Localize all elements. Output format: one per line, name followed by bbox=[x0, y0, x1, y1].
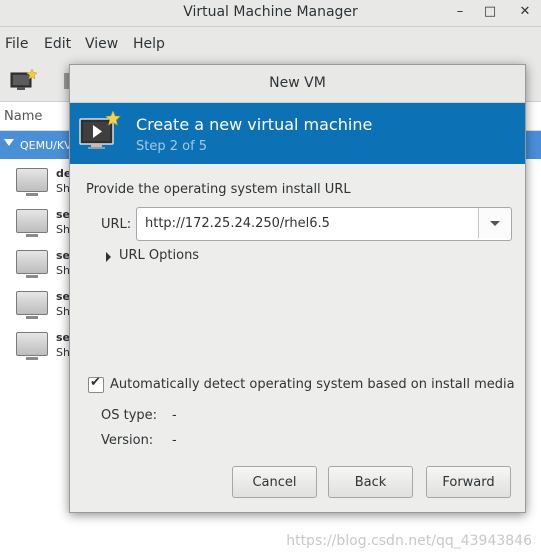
maximize-icon[interactable]: □ bbox=[480, 2, 500, 22]
vm-monitor-icon bbox=[16, 332, 48, 360]
connection-label: QEMU/KV bbox=[20, 139, 72, 152]
vm-status: Sh bbox=[56, 182, 70, 195]
menu-help[interactable]: Help bbox=[133, 36, 165, 52]
expander-down-icon[interactable] bbox=[4, 139, 14, 146]
main-titlebar: Virtual Machine Manager – □ ✕ bbox=[0, 0, 541, 27]
dialog-banner: Create a new virtual machine Step 2 of 5 bbox=[70, 103, 525, 164]
install-url-prompt: Provide the operating system install URL bbox=[86, 182, 351, 197]
dialog-titlebar[interactable]: New VM bbox=[70, 65, 525, 103]
forward-button[interactable]: Forward bbox=[426, 466, 511, 498]
close-icon[interactable]: ✕ bbox=[515, 2, 535, 22]
vm-monitor-icon bbox=[16, 209, 48, 237]
new-vm-banner-icon bbox=[79, 111, 121, 149]
url-options-label: URL Options bbox=[119, 248, 200, 263]
expander-right-icon bbox=[106, 252, 111, 262]
step-indicator: Step 2 of 5 bbox=[136, 139, 208, 154]
new-vm-dialog: New VM Create a new virtual machine Step… bbox=[69, 64, 526, 513]
menu-view[interactable]: View bbox=[85, 36, 118, 52]
os-type-label: OS type: bbox=[101, 408, 158, 423]
menu-edit[interactable]: Edit bbox=[44, 36, 71, 52]
column-header-name[interactable]: Name bbox=[4, 109, 42, 124]
vm-name: se bbox=[56, 208, 71, 221]
new-vm-icon bbox=[10, 68, 38, 90]
watermark: https://blog.csdn.net/qq_43943846 bbox=[286, 533, 532, 549]
checkmark-icon: ✔ bbox=[90, 375, 101, 390]
os-type-value: - bbox=[172, 408, 177, 423]
vm-name: se bbox=[56, 290, 71, 303]
dialog-title: New VM bbox=[269, 75, 326, 91]
vm-name: se bbox=[56, 249, 71, 262]
vm-name: se bbox=[56, 331, 71, 344]
back-button[interactable]: Back bbox=[328, 466, 413, 498]
auto-detect-checkbox[interactable]: ✔ bbox=[88, 375, 104, 393]
version-value: - bbox=[172, 433, 177, 448]
vm-monitor-icon bbox=[16, 168, 48, 196]
banner-title: Create a new virtual machine bbox=[136, 115, 373, 134]
minimize-icon[interactable]: – bbox=[450, 2, 470, 22]
version-label: Version: bbox=[101, 433, 154, 448]
vm-status: Sh bbox=[56, 223, 70, 236]
vm-monitor-icon bbox=[16, 291, 48, 319]
vm-status: Sh bbox=[56, 346, 70, 359]
auto-detect-label[interactable]: Automatically detect operating system ba… bbox=[110, 377, 515, 392]
url-dropdown-button[interactable] bbox=[478, 208, 511, 238]
new-vm-button[interactable] bbox=[8, 65, 38, 95]
vm-monitor-icon bbox=[16, 250, 48, 278]
url-combobox[interactable] bbox=[136, 207, 512, 241]
url-label: URL: bbox=[101, 217, 132, 232]
menubar: File Edit View Help bbox=[0, 27, 541, 59]
cancel-button[interactable]: Cancel bbox=[232, 466, 317, 498]
vm-status: Sh bbox=[56, 305, 70, 318]
chevron-down-icon bbox=[490, 221, 500, 226]
url-input[interactable] bbox=[137, 208, 480, 238]
menu-file[interactable]: File bbox=[5, 36, 28, 52]
vm-status: Sh bbox=[56, 264, 70, 277]
